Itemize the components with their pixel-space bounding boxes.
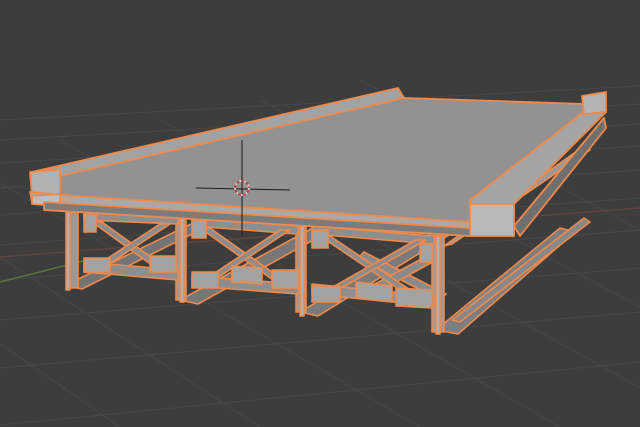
viewport-canvas[interactable] xyxy=(0,0,640,427)
3d-viewport[interactable] xyxy=(0,0,640,427)
bridge-deck[interactable] xyxy=(29,87,607,237)
